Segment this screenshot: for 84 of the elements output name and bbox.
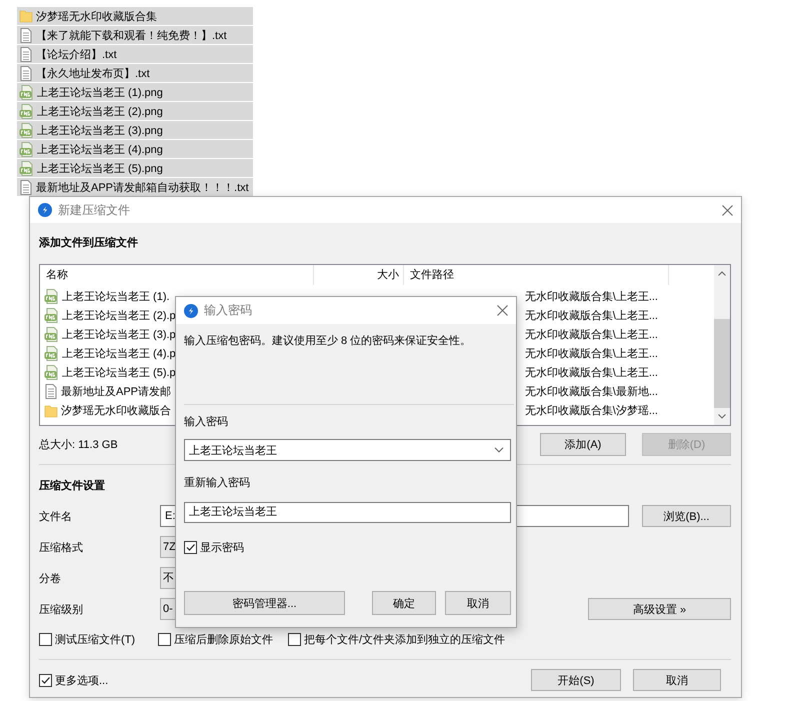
image-file-icon bbox=[19, 122, 34, 138]
app-icon bbox=[38, 203, 52, 217]
password-combobox[interactable]: 上老王论坛当老王 bbox=[184, 439, 511, 461]
cancel-button[interactable]: 取消 bbox=[445, 591, 511, 615]
checkbox-label: 把每个文件/文件夹添加到独立的压缩文件 bbox=[304, 632, 506, 646]
close-icon[interactable] bbox=[497, 305, 508, 316]
file-item[interactable]: 【永久地址发布页】.txt bbox=[17, 64, 253, 82]
file-item[interactable]: 【论坛介绍】.txt bbox=[17, 45, 253, 63]
checkbox-label: 更多选项... bbox=[55, 674, 108, 688]
checkbox[interactable] bbox=[288, 632, 301, 646]
image-file-icon bbox=[19, 160, 34, 176]
password-manager-button[interactable]: 密码管理器... bbox=[184, 591, 345, 615]
file-item[interactable]: 上老王论坛当老王 (4).png bbox=[17, 140, 253, 158]
document-icon bbox=[44, 384, 58, 399]
add-button[interactable]: 添加(A) bbox=[540, 433, 626, 456]
section-title: 压缩文件设置 bbox=[39, 478, 105, 494]
file-item[interactable]: 【来了就能下载和观看！纯免费！】.txt bbox=[17, 26, 253, 44]
file-item[interactable]: 上老王论坛当老王 (1).png bbox=[17, 83, 253, 101]
file-name-cell-text: 上老王论坛当老王 (1). bbox=[62, 290, 170, 304]
file-path-cell-text: 无水印收藏版合集\上老王... bbox=[524, 290, 658, 304]
file-item[interactable]: 上老王论坛当老王 (3).png bbox=[17, 121, 253, 139]
column-header[interactable]: 名称 bbox=[40, 265, 314, 285]
instruction-text: 输入压缩包密码。建议使用至少 8 位的密码来保证安全性。 bbox=[184, 334, 472, 348]
file-item[interactable]: 上老王论坛当老王 (2).png bbox=[17, 102, 253, 120]
file-name-cell-text: 上老王论坛当老王 (2).p bbox=[62, 309, 176, 323]
checkbox-label: 压缩后删除原始文件 bbox=[174, 632, 273, 646]
field-label: 分卷 bbox=[39, 572, 62, 586]
checkbox[interactable] bbox=[184, 540, 197, 554]
app-icon bbox=[184, 304, 198, 318]
field-label: 重新输入密码 bbox=[184, 476, 250, 490]
image-file-icon bbox=[44, 346, 59, 361]
field-label: 压缩级别 bbox=[39, 602, 84, 616]
file-name-cell-text: 上老王论坛当老王 (4).p bbox=[62, 347, 176, 361]
document-icon bbox=[19, 66, 33, 80]
file-path-cell-text: 无水印收藏版合集\上老王... bbox=[524, 308, 658, 323]
file-item[interactable]: 汐梦瑶无水印收藏版合集 bbox=[17, 7, 253, 25]
image-file-icon bbox=[44, 308, 59, 323]
field-label: 输入密码 bbox=[184, 415, 228, 429]
section-title: 添加文件到压缩文件 bbox=[39, 236, 138, 251]
folder-icon bbox=[19, 9, 33, 23]
image-file-icon bbox=[19, 84, 34, 100]
advanced-settings-button[interactable]: 高级设置 » bbox=[588, 598, 731, 620]
checkbox-label: 显示密码 bbox=[200, 540, 244, 554]
field-label: 压缩格式 bbox=[39, 540, 84, 554]
image-file-icon bbox=[44, 327, 59, 342]
close-icon[interactable] bbox=[722, 204, 733, 216]
dialog-title: 输入密码 bbox=[204, 302, 252, 319]
checkbox[interactable] bbox=[39, 632, 52, 646]
column-header[interactable]: 文件路径 bbox=[404, 265, 669, 285]
image-file-icon bbox=[44, 365, 59, 380]
cancel-button[interactable]: 取消 bbox=[633, 669, 721, 691]
image-file-icon bbox=[19, 142, 34, 156]
total-size-text: 总大小: 11.3 GB bbox=[39, 438, 118, 452]
window-title: 新建压缩文件 bbox=[58, 202, 130, 218]
document-icon bbox=[19, 28, 33, 42]
file-path-cell-text: 无水印收藏版合集\上老王... bbox=[524, 366, 658, 380]
checkbox[interactable] bbox=[158, 632, 171, 646]
scrollbar-thumb[interactable] bbox=[714, 318, 730, 408]
scroll-down-icon[interactable] bbox=[718, 414, 726, 419]
input-field[interactable]: 上老王论坛当老王 bbox=[184, 502, 511, 523]
file-name-cell-text: 上老王论坛当老王 (5).p bbox=[62, 366, 176, 380]
folder-icon bbox=[44, 404, 58, 418]
ok-button[interactable]: 确定 bbox=[372, 591, 436, 615]
image-file-icon bbox=[19, 104, 34, 118]
file-path-cell-text: 无水印收藏版合集\汐梦瑶... bbox=[524, 404, 658, 418]
column-header[interactable]: 大小 bbox=[314, 265, 404, 285]
file-path-cell-text: 无水印收藏版合集\上老王... bbox=[524, 346, 658, 361]
checkbox-label: 测试压缩文件(T) bbox=[55, 632, 136, 646]
browse-button[interactable]: 浏览(B)... bbox=[642, 505, 731, 527]
field-label: 文件名 bbox=[39, 510, 73, 524]
document-icon bbox=[19, 46, 33, 62]
file-name-cell-text: 最新地址及APP请发邮 bbox=[61, 384, 172, 399]
scrollbar[interactable] bbox=[714, 265, 730, 425]
start-button[interactable]: 开始(S) bbox=[531, 669, 621, 691]
file-path-cell-text: 无水印收藏版合集\上老王... bbox=[524, 328, 658, 342]
chevron-down-icon[interactable] bbox=[494, 447, 504, 453]
file-item[interactable]: 最新地址及APP请发邮箱自动获取！！！.txt bbox=[17, 178, 253, 196]
scroll-up-icon[interactable] bbox=[718, 271, 726, 276]
file-name-cell-text: 汐梦瑶无水印收藏版合 bbox=[61, 404, 171, 418]
checkbox[interactable] bbox=[39, 674, 52, 686]
file-name-cell-text: 上老王论坛当老王 (3).p bbox=[62, 328, 176, 342]
file-path-cell-text: 无水印收藏版合集\最新地... bbox=[524, 384, 658, 399]
file-item[interactable]: 上老王论坛当老王 (5).png bbox=[17, 159, 253, 177]
image-file-icon bbox=[44, 289, 59, 304]
